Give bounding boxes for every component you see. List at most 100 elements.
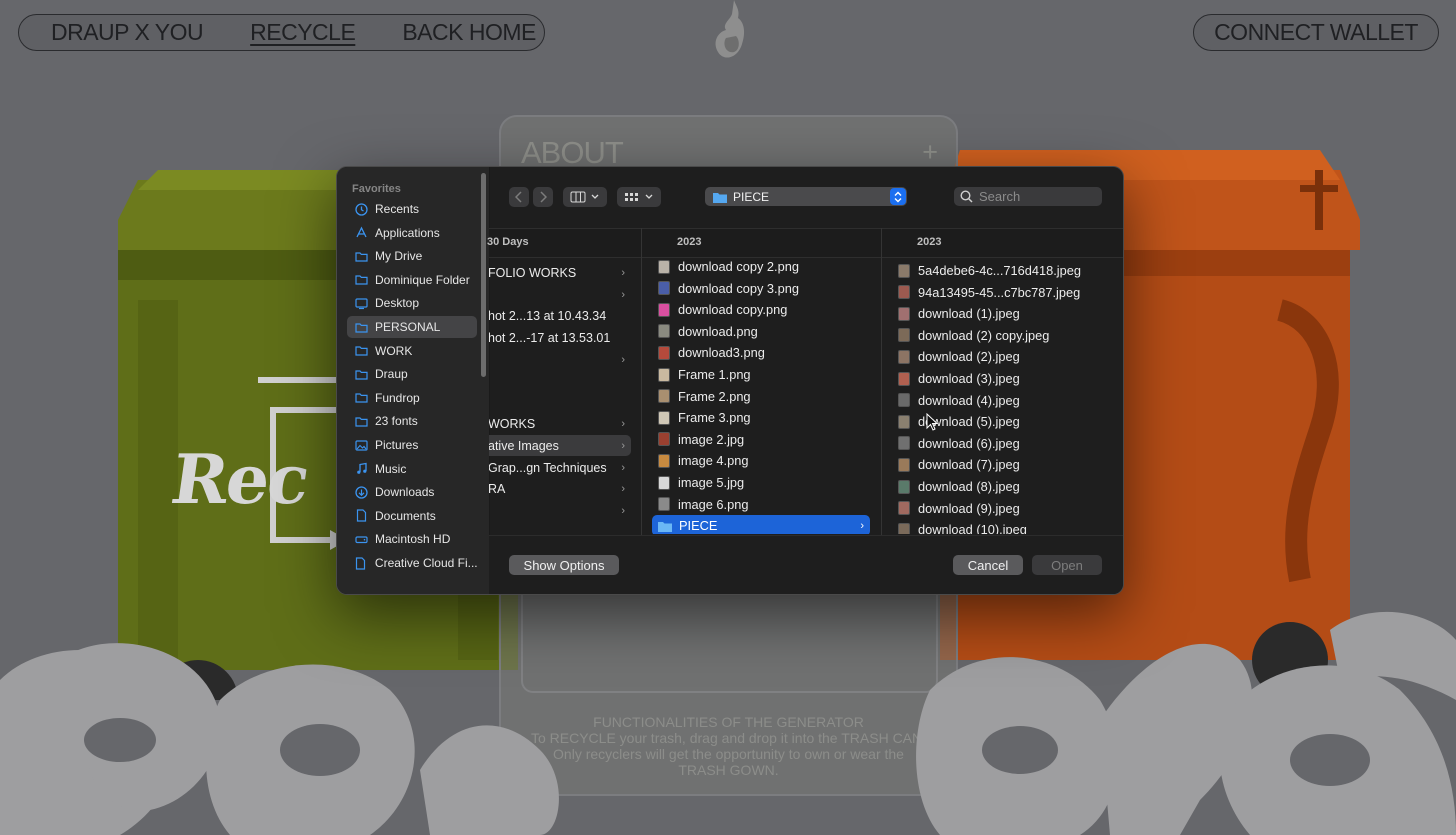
list-item[interactable]: WORKS › xyxy=(489,413,631,434)
folder-icon xyxy=(354,393,368,403)
sidebar-item-label: WORK xyxy=(375,343,413,358)
list-item[interactable]: › xyxy=(489,349,631,370)
folder-icon xyxy=(354,344,368,358)
document-icon xyxy=(356,556,366,570)
file-row[interactable]: download copy 3.png xyxy=(652,278,870,299)
music-icon xyxy=(354,462,368,476)
file-name: download copy 2.png xyxy=(678,259,799,274)
list-item[interactable]: RA › xyxy=(489,478,631,499)
document-icon xyxy=(354,509,368,523)
file-row[interactable]: download (8).jpeg xyxy=(892,476,1110,497)
file-row[interactable]: Frame 2.png xyxy=(652,386,870,407)
sidebar-item-recents[interactable]: Recents xyxy=(347,198,477,220)
file-row[interactable]: download.png xyxy=(652,321,870,342)
list-item[interactable] xyxy=(489,392,631,413)
search-field[interactable] xyxy=(954,187,1102,206)
sidebar-item-dominique-folder[interactable]: Dominique Folder xyxy=(347,269,477,291)
sidebar-item-documents[interactable]: Documents xyxy=(347,505,477,527)
pictures-icon xyxy=(354,439,368,451)
sidebar-item-creative-cloud-fi[interactable]: Creative Cloud Fi... xyxy=(347,552,477,574)
file-row[interactable]: download copy.png xyxy=(652,299,870,320)
column-header-bar: 30 Days 2023 2023 xyxy=(487,228,1123,258)
sidebar-item-pictures[interactable]: Pictures xyxy=(347,434,477,456)
nav-link-draup-x-you[interactable]: DRAUP X YOU xyxy=(51,19,204,46)
music-icon xyxy=(356,462,367,474)
sidebar-item-label: Dominique Folder xyxy=(375,272,470,287)
nav-link-back-home[interactable]: BACK HOME xyxy=(402,19,536,46)
file-row[interactable]: download (7).jpeg xyxy=(892,454,1110,475)
file-row[interactable]: 5a4debe6-4c...716d418.jpeg xyxy=(892,260,1110,281)
file-thumbnail-icon xyxy=(898,479,910,494)
cancel-button[interactable]: Cancel xyxy=(953,555,1023,575)
folder-icon xyxy=(354,273,368,287)
list-item[interactable]: ative Images › xyxy=(489,435,631,456)
file-thumbnail-icon xyxy=(658,475,670,490)
location-popup[interactable]: PIECE xyxy=(705,187,907,206)
sidebar-item-applications[interactable]: Applications xyxy=(347,222,477,244)
sidebar-item-downloads[interactable]: Downloads xyxy=(347,481,477,503)
file-row[interactable]: Frame 1.png xyxy=(652,364,870,385)
list-item[interactable]: hot 2...-17 at 13.53.01 xyxy=(489,327,631,348)
list-item[interactable]: › xyxy=(489,500,631,521)
nav-link-recycle[interactable]: RECYCLE xyxy=(250,19,356,46)
sidebar-item-label: PERSONAL xyxy=(375,320,441,334)
file-row[interactable]: download3.png xyxy=(652,342,870,363)
back-button[interactable] xyxy=(509,187,529,207)
list-item[interactable]: FOLIO WORKS › xyxy=(489,262,631,283)
file-name: download (2) copy.jpeg xyxy=(918,327,1050,343)
file-row[interactable]: download (3).jpeg xyxy=(892,368,1110,389)
sidebar-item-fundrop[interactable]: Fundrop xyxy=(347,387,477,409)
updown-arrows-icon xyxy=(890,188,906,205)
sidebar-item-label: Draup xyxy=(375,367,408,382)
column-b-list: download copy 2.png download copy 3.png do… xyxy=(642,255,882,534)
file-name: download (10).jpeg xyxy=(918,522,1027,534)
sidebar-item-draup[interactable]: Draup xyxy=(347,363,477,385)
search-input[interactable] xyxy=(977,188,1101,205)
about-expand-icon[interactable]: + xyxy=(922,137,938,168)
group-by-button[interactable] xyxy=(617,187,661,207)
file-row[interactable]: download (2).jpeg xyxy=(892,346,1110,367)
sidebar-item-work[interactable]: WORK xyxy=(347,340,477,362)
file-thumbnail-icon xyxy=(898,263,910,278)
file-row[interactable]: image 5.jpg xyxy=(652,472,870,493)
file-row[interactable]: download (10).jpeg xyxy=(892,519,1110,534)
list-item[interactable]: › xyxy=(489,284,631,305)
file-row[interactable]: download (1).jpeg xyxy=(892,303,1110,324)
connect-wallet-button[interactable]: CONNECT WALLET xyxy=(1193,14,1439,51)
file-row[interactable]: image 4.png xyxy=(652,450,870,471)
file-row[interactable]: download (9).jpeg xyxy=(892,498,1110,519)
forward-button[interactable] xyxy=(533,187,553,207)
file-row[interactable]: image 6.png xyxy=(652,494,870,515)
file-row[interactable]: download (6).jpeg xyxy=(892,433,1110,454)
connect-wallet-label: CONNECT WALLET xyxy=(1214,19,1418,45)
file-row[interactable]: download (2) copy.jpeg xyxy=(892,325,1110,346)
sidebar-item-23-fonts[interactable]: 23 fonts xyxy=(347,410,477,432)
file-row[interactable]: 94a13495-45...c7bc787.jpeg xyxy=(892,282,1110,303)
open-button[interactable]: Open xyxy=(1032,555,1102,575)
file-row[interactable]: download (5).jpeg xyxy=(892,411,1110,432)
folder-row[interactable]: PIECE › xyxy=(652,515,870,534)
sidebar-item-desktop[interactable]: Desktop xyxy=(347,292,477,314)
list-item[interactable] xyxy=(489,370,631,391)
file-thumbnail-icon xyxy=(658,302,670,317)
sidebar-item-music[interactable]: Music xyxy=(347,458,477,480)
list-item[interactable]: hot 2...13 at 10.43.34 xyxy=(489,305,631,326)
sidebar-item-macintosh-hd[interactable]: Macintosh HD xyxy=(347,528,477,550)
list-item[interactable]: Grap...gn Techniques › xyxy=(489,457,631,478)
mouse-cursor-icon xyxy=(926,413,938,431)
sidebar-scrollbar[interactable] xyxy=(481,173,486,377)
view-mode-button[interactable] xyxy=(563,187,607,207)
file-thumbnail-icon xyxy=(658,497,670,512)
sidebar-item-my-drive[interactable]: My Drive xyxy=(347,245,477,267)
show-options-button[interactable]: Show Options xyxy=(509,555,619,575)
chevron-right-icon: › xyxy=(621,353,625,366)
file-row[interactable]: image 2.jpg xyxy=(652,429,870,450)
file-row[interactable]: download (4).jpeg xyxy=(892,390,1110,411)
column-c-header: 2023 xyxy=(917,236,942,248)
file-row[interactable]: Frame 3.png xyxy=(652,407,870,428)
folder-icon xyxy=(354,414,368,428)
sidebar-item-personal[interactable]: PERSONAL xyxy=(347,316,477,338)
chevron-right-icon: › xyxy=(860,519,864,532)
file-row[interactable]: download copy 2.png xyxy=(652,256,870,277)
folder-icon xyxy=(354,252,368,262)
